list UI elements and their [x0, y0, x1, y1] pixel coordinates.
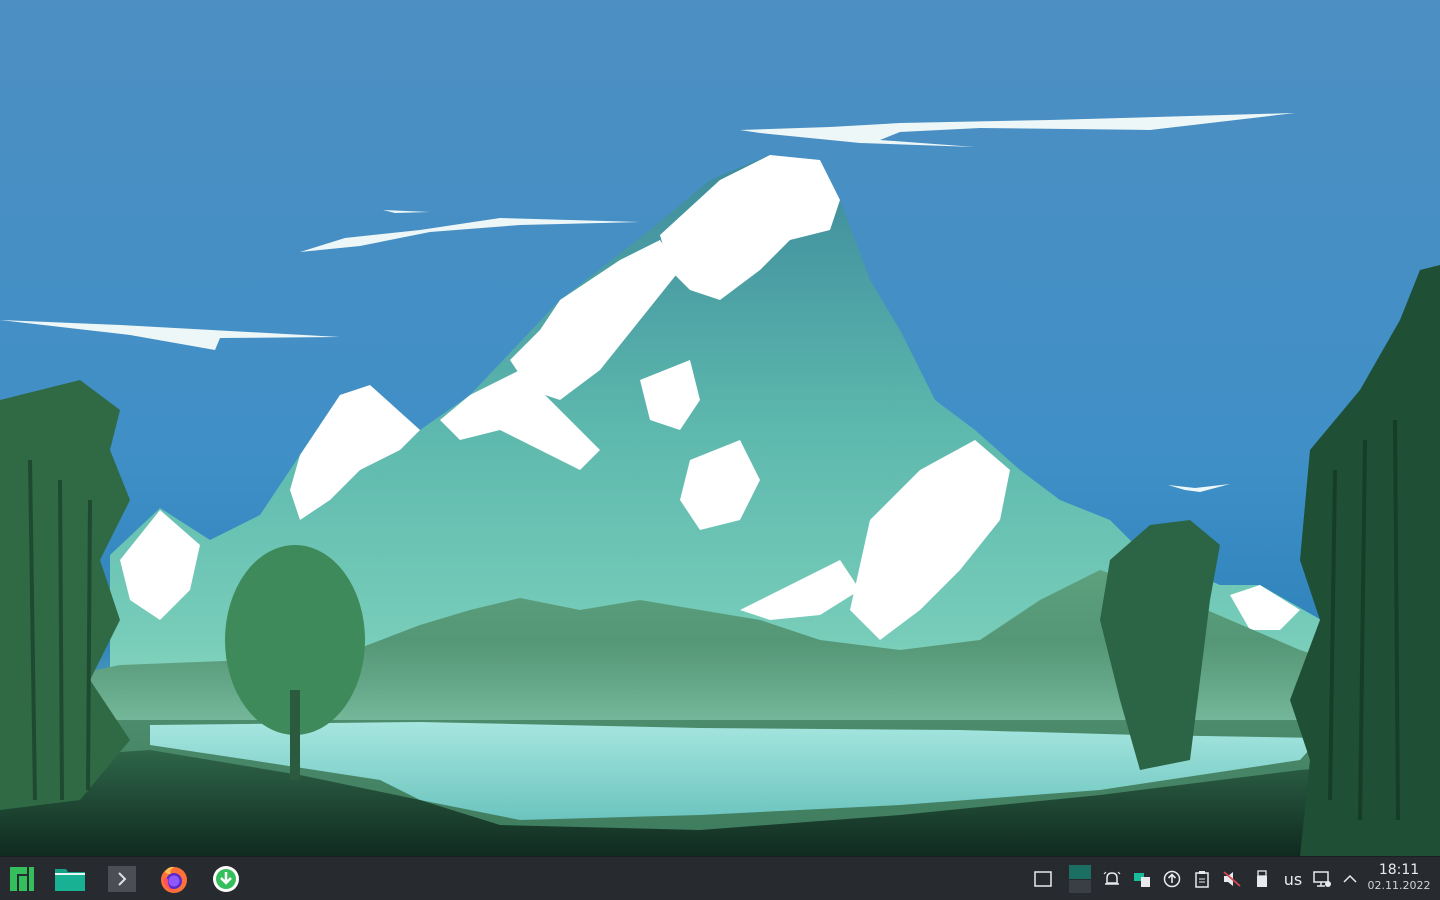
show-desktop-button[interactable]: [1030, 865, 1056, 893]
taskbar: us 18:11 02.11.2022: [0, 856, 1440, 900]
pager-icon: [1069, 865, 1091, 893]
usb-device-icon: [1257, 870, 1267, 887]
clipboard-button[interactable]: [1189, 865, 1215, 893]
software-updater-button[interactable]: [206, 861, 246, 897]
clock-time: 18:11: [1378, 862, 1420, 878]
application-launcher-button[interactable]: [2, 861, 42, 897]
network-icon: [1313, 871, 1331, 887]
network-button[interactable]: [1309, 865, 1335, 893]
expand-tray-button[interactable]: [1337, 865, 1363, 893]
notifications-icon: [1103, 871, 1121, 885]
kde-connect-icon: [1134, 873, 1150, 887]
virtual-desktop-pager[interactable]: [1066, 864, 1094, 894]
clipboard-icon: [1195, 871, 1209, 888]
chevron-up-icon: [1343, 874, 1357, 883]
volume-button[interactable]: [1219, 865, 1245, 893]
terminal-button[interactable]: [102, 861, 142, 897]
download-icon: [213, 866, 239, 892]
terminal-icon: [108, 866, 136, 892]
file-manager-button[interactable]: [50, 861, 90, 897]
volume-muted-icon: [1223, 871, 1241, 887]
manjaro-logo-icon: [10, 867, 34, 891]
desktop-wallpaper: [0, 0, 1440, 856]
notifications-button[interactable]: [1099, 865, 1125, 893]
kde-connect-button[interactable]: [1129, 865, 1155, 893]
firefox-icon: [161, 866, 187, 893]
folder-icon: [55, 869, 85, 891]
keyboard-layout-button[interactable]: us: [1279, 865, 1307, 893]
keyboard-layout-label: us: [1283, 869, 1303, 889]
clock-date: 02.11.2022: [1367, 879, 1431, 892]
device-notifier-button[interactable]: [1249, 865, 1275, 893]
show-desktop-icon: [1034, 871, 1052, 887]
updates-icon: [1163, 870, 1181, 888]
digital-clock[interactable]: 18:11 02.11.2022: [1364, 862, 1434, 893]
firefox-button[interactable]: [154, 861, 194, 897]
updates-button[interactable]: [1159, 865, 1185, 893]
